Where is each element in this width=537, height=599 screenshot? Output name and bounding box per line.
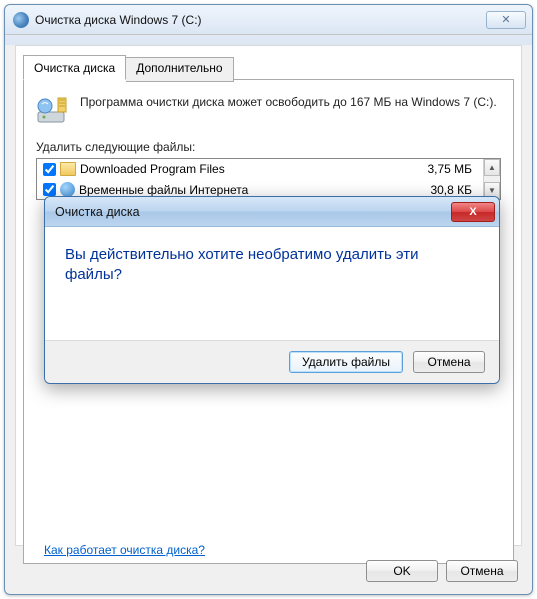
file-size: 3,75 МБ <box>418 162 478 176</box>
help-link[interactable]: Как работает очистка диска? <box>44 543 205 557</box>
main-titlebar[interactable]: Очистка диска Windows 7 (C:) ✕ <box>5 5 532 35</box>
button-label: Отмена <box>460 564 503 578</box>
confirm-cancel-button[interactable]: Отмена <box>413 351 485 373</box>
file-checkbox[interactable] <box>43 183 56 196</box>
confirm-message: Вы действительно хотите необратимо удали… <box>65 245 479 286</box>
globe-icon <box>60 182 75 197</box>
file-list: Downloaded Program Files 3,75 МБ Временн… <box>36 158 501 200</box>
tab-cleanup[interactable]: Очистка диска <box>23 55 126 80</box>
confirm-dialog: Очистка диска X Вы действительно хотите … <box>44 196 500 384</box>
list-item[interactable]: Downloaded Program Files 3,75 МБ <box>37 159 482 179</box>
footer-buttons: OK Отмена <box>366 560 518 582</box>
cancel-button[interactable]: Отмена <box>446 560 518 582</box>
confirm-title: Очистка диска <box>55 205 451 219</box>
drive-cleanup-icon <box>36 94 70 128</box>
button-label: Удалить файлы <box>302 355 390 369</box>
close-icon: ✕ <box>501 13 510 26</box>
help-link-row: Как работает очистка диска? <box>44 543 205 557</box>
confirm-body: Вы действительно хотите необратимо удали… <box>45 227 499 340</box>
close-button[interactable]: ✕ <box>486 11 526 29</box>
tab-label: Очистка диска <box>34 61 115 75</box>
confirm-footer: Удалить файлы Отмена <box>45 340 499 383</box>
file-size: 30,8 КБ <box>418 183 478 197</box>
close-icon: X <box>469 206 476 218</box>
file-name: Временные файлы Интернета <box>79 183 418 197</box>
info-row: Программа очистки диска может освободить… <box>24 80 513 136</box>
tab-additional[interactable]: Дополнительно <box>126 57 233 82</box>
button-label: Отмена <box>427 355 470 369</box>
file-list-inner: Downloaded Program Files 3,75 МБ Временн… <box>37 159 482 199</box>
button-label: OK <box>393 564 410 578</box>
file-list-label: Удалить следующие файлы: <box>24 136 513 158</box>
confirm-delete-button[interactable]: Удалить файлы <box>289 351 403 373</box>
arrow-down-icon: ▼ <box>488 186 496 195</box>
tab-strip: Очистка диска Дополнительно <box>23 55 234 80</box>
tab-label: Дополнительно <box>136 61 222 75</box>
confirm-close-button[interactable]: X <box>451 202 495 222</box>
file-checkbox[interactable] <box>43 163 56 176</box>
confirm-titlebar[interactable]: Очистка диска X <box>45 197 499 227</box>
info-text: Программа очистки диска может освободить… <box>80 94 497 128</box>
window-title: Очистка диска Windows 7 (C:) <box>11 13 486 27</box>
folder-icon <box>60 162 76 176</box>
arrow-up-icon: ▲ <box>488 163 496 172</box>
vertical-scrollbar[interactable]: ▲ ▼ <box>483 159 500 199</box>
file-name: Downloaded Program Files <box>80 162 418 176</box>
scroll-up-button[interactable]: ▲ <box>484 159 500 176</box>
ok-button[interactable]: OK <box>366 560 438 582</box>
